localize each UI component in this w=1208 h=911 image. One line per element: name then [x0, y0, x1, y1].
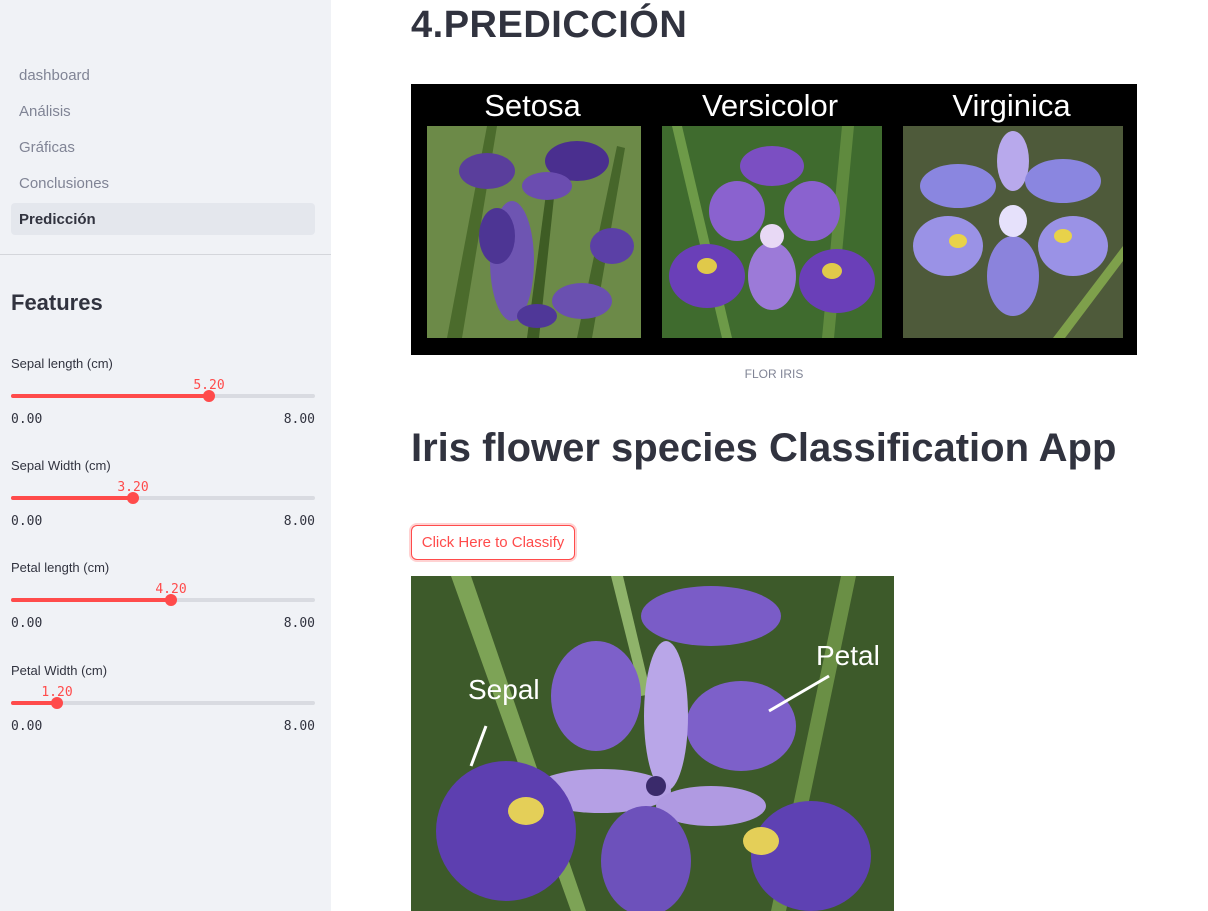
image-caption: FLOR IRIS — [744, 367, 804, 381]
slider-min: 0.00 — [11, 514, 43, 529]
page-title: 4.PREDICCIÓN — [411, 4, 688, 46]
iris-species-image: Setosa Versicolor Virginica — [411, 84, 1137, 355]
petal-label: Petal — [816, 640, 880, 671]
slider-thumb[interactable] — [127, 492, 139, 504]
slider-label: Sepal Width (cm) — [11, 458, 111, 473]
sidebar-divider — [0, 254, 331, 255]
petal-width-slider: Petal Width (cm) 1.20 0.00 8.00 — [11, 663, 315, 753]
sidebar-item-prediccion[interactable]: Predicción — [11, 203, 315, 235]
sidebar-item-dashboard[interactable]: dashboard — [11, 59, 315, 91]
slider-max: 8.00 — [283, 514, 315, 529]
slider-min: 0.00 — [11, 412, 43, 427]
sidebar-nav: dashboard Análisis Gráficas Conclusiones… — [11, 59, 315, 239]
sepal-length-slider: Sepal length (cm) 5.20 0.00 8.00 — [11, 356, 315, 446]
iris-anatomy-photo: Sepal Petal — [411, 576, 894, 911]
slider-label: Petal length (cm) — [11, 560, 110, 575]
slider-label: Sepal length (cm) — [11, 356, 113, 371]
species-name: Versicolor — [701, 88, 839, 123]
sidebar-item-conclusiones[interactable]: Conclusiones — [11, 167, 315, 199]
slider-max: 8.00 — [283, 412, 315, 427]
sidebar-item-analisis[interactable]: Análisis — [11, 95, 315, 127]
species-name: Virginica — [952, 88, 1071, 123]
slider-min: 0.00 — [11, 616, 43, 631]
species-virginica: Virginica — [886, 84, 1137, 355]
sepal-width-slider: Sepal Width (cm) 3.20 0.00 8.00 — [11, 458, 315, 548]
slider-fill — [11, 598, 171, 602]
slider-max: 8.00 — [283, 719, 315, 734]
sidebar: dashboard Análisis Gráficas Conclusiones… — [0, 0, 331, 911]
app-title: Iris flower species Classification App — [411, 426, 1117, 470]
species-versicolor: Versicolor — [654, 84, 886, 355]
setosa-photo — [427, 126, 641, 338]
sidebar-item-graficas[interactable]: Gráficas — [11, 131, 315, 163]
classify-button[interactable]: Click Here to Classify — [411, 525, 575, 560]
slider-thumb[interactable] — [165, 594, 177, 606]
slider-thumb[interactable] — [203, 390, 215, 402]
versicolor-photo — [662, 126, 882, 338]
species-name: Setosa — [484, 88, 581, 123]
slider-fill — [11, 394, 209, 398]
slider-thumb[interactable] — [51, 697, 63, 709]
features-title: Features — [11, 290, 103, 315]
slider-label: Petal Width (cm) — [11, 663, 108, 678]
sepal-label: Sepal — [468, 674, 540, 705]
slider-fill — [11, 496, 133, 500]
main-content: 4.PREDICCIÓN Setosa Versicolor Virginica… — [331, 0, 1208, 911]
species-setosa: Setosa — [411, 84, 654, 355]
virginica-photo — [903, 126, 1123, 338]
slider-min: 0.00 — [11, 719, 43, 734]
petal-length-slider: Petal length (cm) 4.20 0.00 8.00 — [11, 560, 315, 650]
slider-max: 8.00 — [283, 616, 315, 631]
